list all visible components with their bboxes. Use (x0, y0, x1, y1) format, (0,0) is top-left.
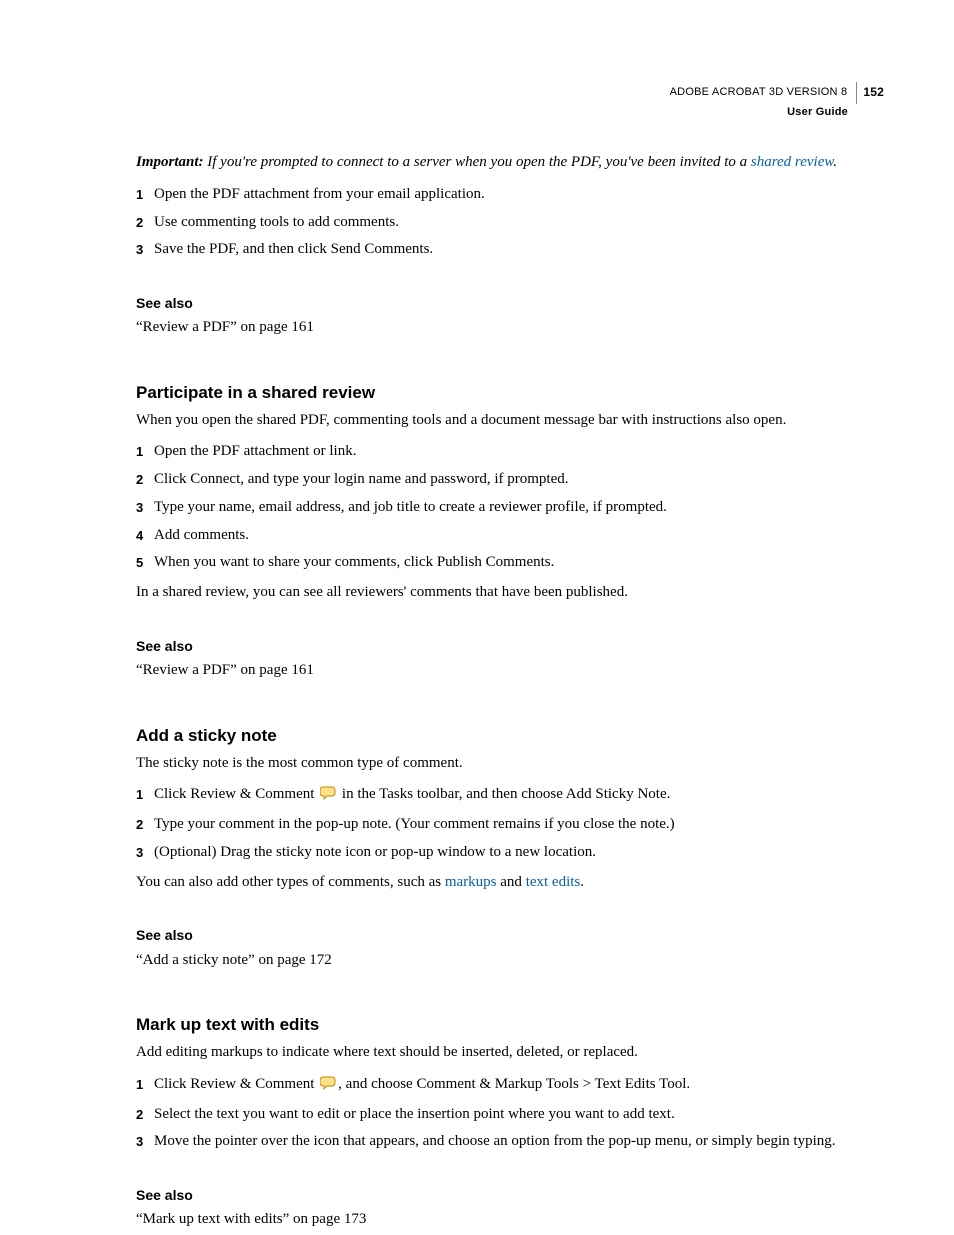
see-also-ref: “Mark up text with edits” on page 173 (136, 1209, 884, 1231)
list-item: 1 Click Review & Comment , and choose Co… (136, 1074, 884, 1098)
step-text: Add comments. (154, 525, 884, 547)
shared-review-trail: In a shared review, you can see all revi… (136, 582, 884, 604)
link-markups[interactable]: markups (445, 874, 497, 890)
trail-part: and (497, 874, 526, 890)
step-number: 2 (136, 214, 154, 234)
step-number: 1 (136, 1076, 154, 1098)
important-text-before: If you're prompted to connect to a serve… (204, 154, 751, 170)
section-intro: When you open the shared PDF, commenting… (136, 410, 884, 432)
page-content: Important: If you're prompted to connect… (136, 152, 884, 1231)
step-text: Save the PDF, and then click Send Commen… (154, 239, 884, 261)
header-product: ADOBE ACROBAT 3D VERSION 8 (670, 85, 854, 101)
see-also-ref: “Review a PDF” on page 161 (136, 660, 884, 682)
section-title-mark-up: Mark up text with edits (136, 1013, 884, 1038)
header-page-number: 152 (863, 84, 884, 101)
list-item: 3Save the PDF, and then click Send Comme… (136, 239, 884, 261)
shared-review-steps: 1Open the PDF attachment or link. 2Click… (136, 441, 884, 574)
step-number: 2 (136, 1106, 154, 1126)
section-title-shared-review: Participate in a shared review (136, 381, 884, 406)
step-text-part: in the Tasks toolbar, and then choose Ad… (338, 786, 670, 802)
list-item: 1 Click Review & Comment in the Tasks to… (136, 784, 884, 808)
step-number: 5 (136, 554, 154, 574)
list-item: 2Click Connect, and type your login name… (136, 469, 884, 491)
step-number: 2 (136, 816, 154, 836)
step-number: 4 (136, 527, 154, 547)
step-text: Move the pointer over the icon that appe… (154, 1131, 884, 1153)
section-intro: The sticky note is the most common type … (136, 753, 884, 775)
step-text: Click Connect, and type your login name … (154, 469, 884, 491)
step-text-part: , and choose Comment & Markup Tools > Te… (338, 1076, 690, 1092)
see-also-heading: See also (136, 636, 884, 656)
step-text: When you want to share your comments, cl… (154, 552, 884, 574)
list-item: 3Move the pointer over the icon that app… (136, 1131, 884, 1153)
trail-part: . (580, 874, 584, 890)
trail-part: You can also add other types of comments… (136, 874, 445, 890)
step-number: 3 (136, 844, 154, 864)
link-text-edits[interactable]: text edits (526, 874, 581, 890)
step-text: Type your name, email address, and job t… (154, 497, 884, 519)
section-title-sticky-note: Add a sticky note (136, 724, 884, 749)
list-item: 5When you want to share your comments, c… (136, 552, 884, 574)
list-item: 2Use commenting tools to add comments. (136, 212, 884, 234)
section-intro: Add editing markups to indicate where te… (136, 1042, 884, 1064)
intro-steps: 1Open the PDF attachment from your email… (136, 184, 884, 261)
markup-steps: 1 Click Review & Comment , and choose Co… (136, 1074, 884, 1153)
see-also-heading: See also (136, 1185, 884, 1205)
step-text: Select the text you want to edit or plac… (154, 1104, 884, 1126)
list-item: 2Type your comment in the pop-up note. (… (136, 814, 884, 836)
step-text-part: Click Review & Comment (154, 1076, 318, 1092)
see-also-ref: “Review a PDF” on page 161 (136, 317, 884, 339)
see-also-ref: “Add a sticky note” on page 172 (136, 950, 884, 972)
step-number: 1 (136, 186, 154, 206)
step-number: 1 (136, 786, 154, 808)
list-item: 1Open the PDF attachment or link. (136, 441, 884, 463)
list-item: 1Open the PDF attachment from your email… (136, 184, 884, 206)
list-item: 3Type your name, email address, and job … (136, 497, 884, 519)
step-text: (Optional) Drag the sticky note icon or … (154, 842, 884, 864)
see-also-heading: See also (136, 925, 884, 945)
header-divider (856, 82, 857, 104)
list-item: 3(Optional) Drag the sticky note icon or… (136, 842, 884, 864)
step-number: 1 (136, 443, 154, 463)
step-text: Open the PDF attachment or link. (154, 441, 884, 463)
step-number: 3 (136, 1133, 154, 1153)
step-number: 3 (136, 241, 154, 261)
review-comment-icon (320, 1076, 336, 1098)
list-item: 4Add comments. (136, 525, 884, 547)
review-comment-icon (320, 786, 336, 808)
sticky-note-steps: 1 Click Review & Comment in the Tasks to… (136, 784, 884, 863)
important-note: Important: If you're prompted to connect… (136, 152, 884, 174)
see-also-heading: See also (136, 293, 884, 313)
sticky-note-trail: You can also add other types of comments… (136, 872, 884, 894)
important-text-after: . (833, 154, 837, 170)
step-text-part: Click Review & Comment (154, 786, 318, 802)
step-text: Type your comment in the pop-up note. (Y… (154, 814, 884, 836)
step-number: 2 (136, 471, 154, 491)
list-item: 2Select the text you want to edit or pla… (136, 1104, 884, 1126)
page: ADOBE ACROBAT 3D VERSION 8 152 User Guid… (0, 0, 954, 1235)
important-label: Important: (136, 154, 204, 170)
header-subtitle: User Guide (670, 105, 848, 121)
link-shared-review[interactable]: shared review (751, 154, 833, 170)
step-text: Use commenting tools to add comments. (154, 212, 884, 234)
step-text: Open the PDF attachment from your email … (154, 184, 884, 206)
page-header: ADOBE ACROBAT 3D VERSION 8 152 User Guid… (670, 82, 884, 121)
step-text: Click Review & Comment in the Tasks tool… (154, 784, 884, 808)
step-number: 3 (136, 499, 154, 519)
step-text: Click Review & Comment , and choose Comm… (154, 1074, 884, 1098)
